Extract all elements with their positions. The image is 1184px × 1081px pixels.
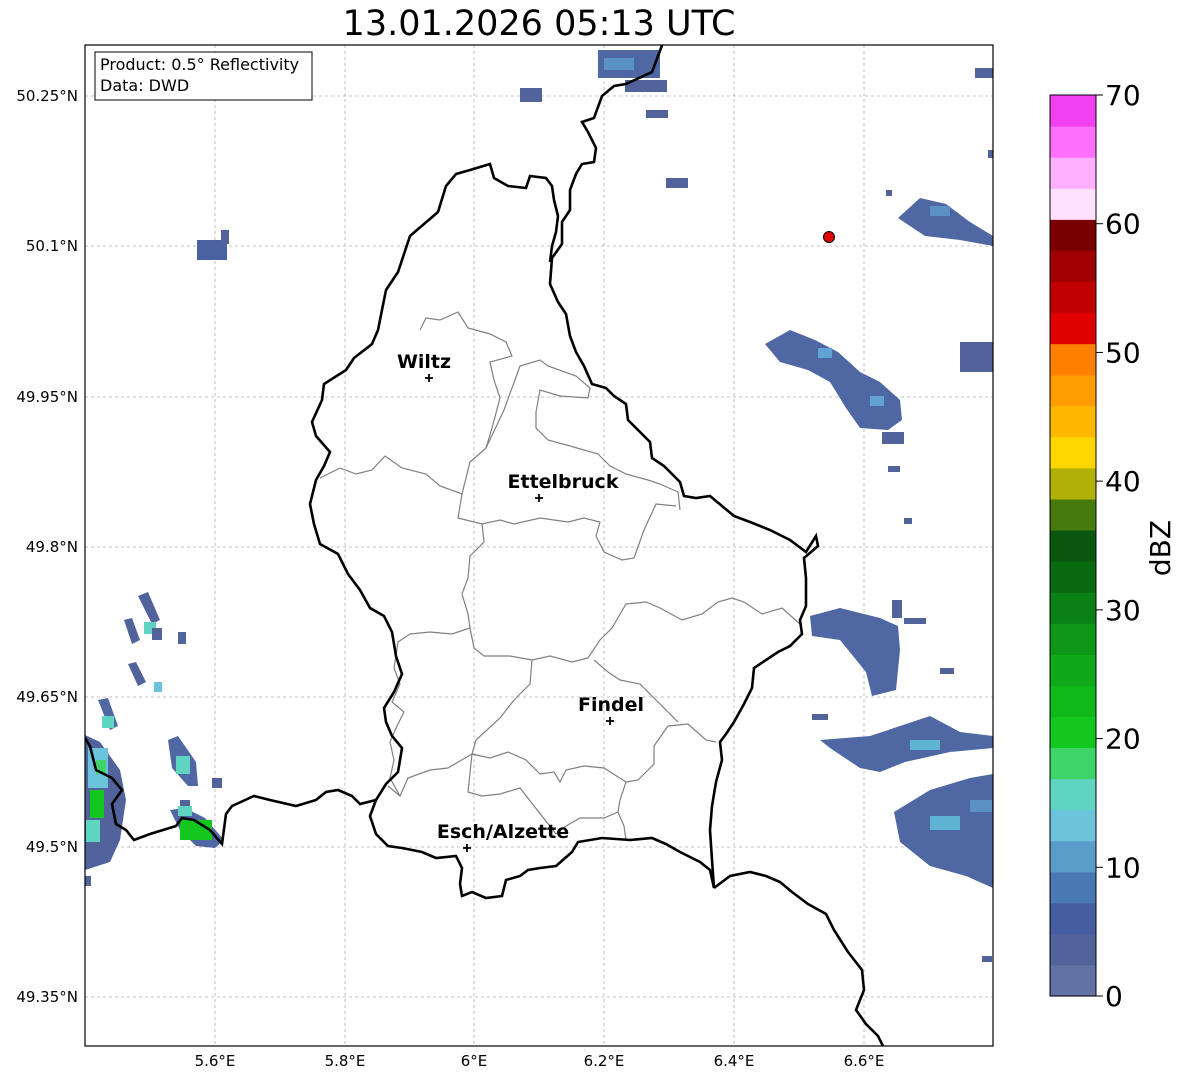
colorbar-tick-label: 30	[1105, 594, 1141, 627]
plot-frame	[84, 44, 994, 1047]
colorbar-segment	[1050, 281, 1096, 314]
lat-tick-label: 49.65°N	[16, 688, 78, 706]
lat-tick-label: 49.95°N	[16, 388, 78, 406]
colorbar-segment	[1050, 964, 1096, 997]
radar-map: Product: 0.5° Reflectivity Data: DWD Wil…	[16, 44, 1177, 1070]
colorbar-segment	[1050, 312, 1096, 345]
colorbar-tick-label: 0	[1105, 980, 1123, 1013]
colorbar-segment	[1050, 778, 1096, 811]
info-data-source: Data: DWD	[100, 76, 189, 95]
colorbar: 0 10 20 30 40 50 60 70 dBZ	[1049, 79, 1177, 1013]
colorbar-tick-label: 50	[1105, 336, 1141, 369]
colorbar-segment	[1050, 623, 1096, 655]
longitude-axis: 5.6°E 5.8°E 6°E 6.2°E 6.4°E 6.6°E	[195, 1052, 885, 1070]
colorbar-segment	[1050, 250, 1096, 283]
colorbar-segment	[1050, 561, 1096, 593]
colorbar-label: dBZ	[1144, 520, 1177, 576]
colorbar-segment	[1050, 467, 1096, 500]
colorbar-segments	[1050, 95, 1096, 997]
city-marker-wiltz	[425, 374, 433, 382]
colorbar-segment	[1050, 654, 1096, 686]
colorbar-tick-label: 20	[1105, 723, 1141, 756]
colorbar-segment	[1050, 95, 1096, 127]
latitude-axis: 50.25°N 50.1°N 49.95°N 49.8°N 49.65°N 49…	[16, 87, 78, 1006]
info-product: Product: 0.5° Reflectivity	[100, 55, 299, 74]
lon-tick-label: 5.8°E	[325, 1052, 366, 1070]
colorbar-tick-label: 60	[1105, 208, 1141, 241]
colorbar-segment	[1050, 685, 1096, 717]
city-label-wiltz: Wiltz	[397, 351, 451, 373]
colorbar-segment	[1050, 436, 1096, 469]
city-marker-ettelbruck	[535, 494, 543, 502]
country-borders	[85, 45, 885, 1046]
colorbar-segment	[1050, 871, 1096, 904]
colorbar-segment	[1050, 157, 1096, 189]
city-label-findel: Findel	[578, 694, 644, 716]
city-label-esch-alzette: Esch/Alzette	[437, 821, 569, 843]
lat-tick-label: 49.8°N	[26, 538, 78, 556]
colorbar-tick-label: 40	[1105, 465, 1141, 498]
colorbar-segment	[1050, 902, 1096, 935]
lat-tick-label: 49.5°N	[26, 838, 78, 856]
grid-lines	[85, 45, 993, 1046]
colorbar-tick-label: 10	[1105, 851, 1141, 884]
colorbar-segment	[1050, 747, 1096, 780]
city-wiltz: Wiltz	[397, 351, 451, 382]
city-marker-esch-alzette	[463, 844, 471, 852]
colorbar-segment	[1050, 529, 1096, 562]
colorbar-tick-label: 70	[1105, 79, 1141, 112]
city-findel: Findel	[578, 694, 644, 725]
city-ettelbruck: Ettelbruck	[508, 471, 619, 502]
radar-site-marker	[823, 231, 835, 243]
lon-tick-label: 6.4°E	[714, 1052, 755, 1070]
lon-tick-label: 5.6°E	[195, 1052, 236, 1070]
city-label-ettelbruck: Ettelbruck	[508, 471, 619, 493]
lat-tick-label: 50.25°N	[16, 87, 78, 105]
lon-tick-label: 6.6°E	[844, 1052, 885, 1070]
colorbar-segment	[1050, 592, 1096, 624]
colorbar-segment	[1050, 716, 1096, 749]
colorbar-segment	[1050, 405, 1096, 438]
colorbar-segment	[1050, 809, 1096, 842]
colorbar-segment	[1050, 933, 1096, 966]
colorbar-ticks: 0 10 20 30 40 50 60 70	[1096, 79, 1141, 1013]
lat-tick-label: 49.35°N	[16, 988, 78, 1006]
city-marker-findel	[606, 717, 614, 725]
colorbar-segment	[1050, 840, 1096, 873]
lat-tick-label: 50.1°N	[26, 237, 78, 255]
canton-boundaries	[319, 311, 801, 841]
colorbar-segment	[1050, 374, 1096, 407]
colorbar-segment	[1050, 498, 1096, 531]
info-box: Product: 0.5° Reflectivity Data: DWD	[94, 51, 313, 101]
colorbar-segment	[1050, 219, 1096, 251]
colorbar-segment	[1050, 343, 1096, 376]
colorbar-segment	[1050, 126, 1096, 158]
lon-tick-label: 6.2°E	[584, 1052, 625, 1070]
colorbar-segment	[1050, 188, 1096, 220]
lon-tick-label: 6°E	[461, 1052, 488, 1070]
city-markers: Wiltz Ettelbruck Findel Esch/Alzette	[397, 351, 644, 852]
